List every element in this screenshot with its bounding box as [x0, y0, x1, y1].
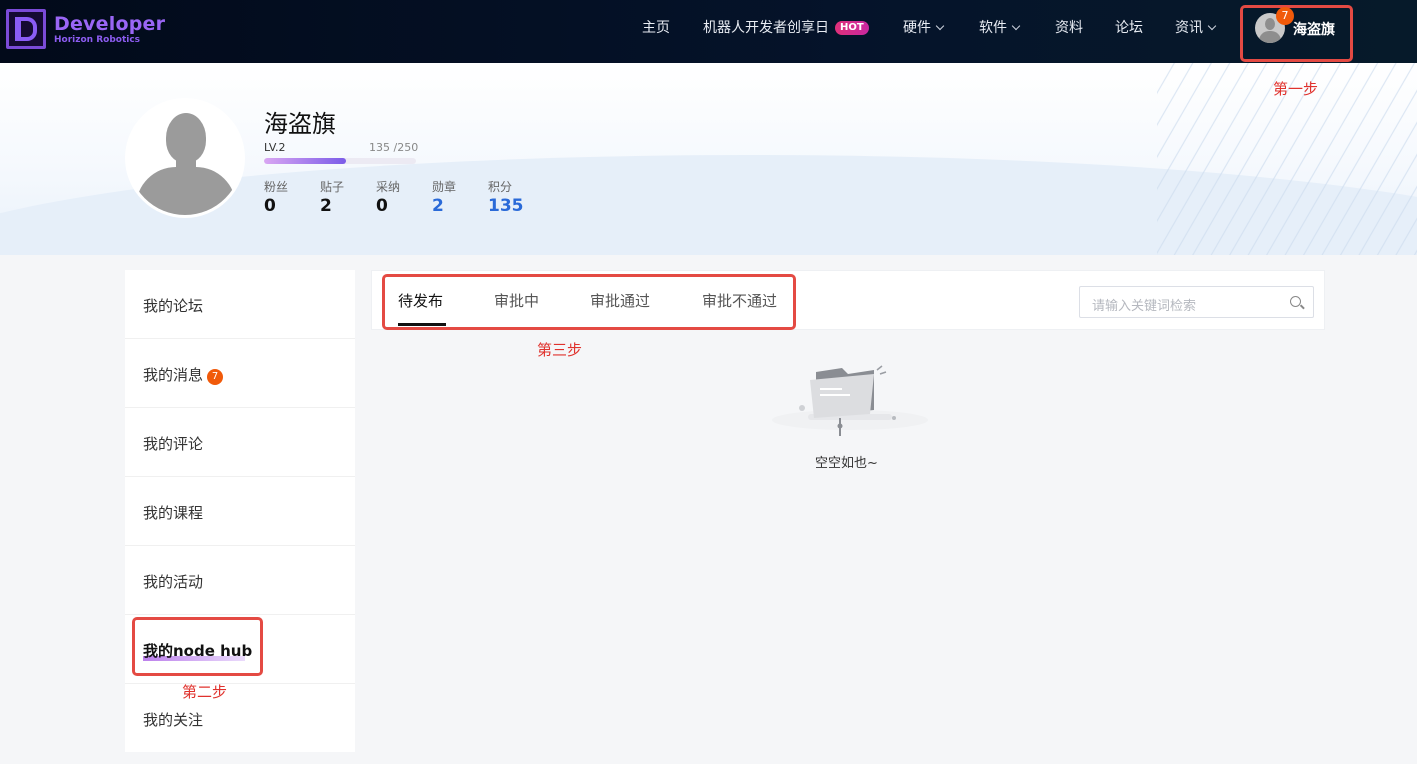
- step3-highlight-box: [382, 274, 796, 330]
- chevron-down-icon: [935, 21, 945, 31]
- nav-software-label: 软件: [979, 20, 1007, 36]
- nav-forum-label: 论坛: [1115, 20, 1143, 36]
- nav-resources[interactable]: 资料: [1055, 19, 1083, 37]
- sidebar-item-following[interactable]: 我的关注: [125, 684, 355, 753]
- stat-points-label: 积分: [488, 180, 513, 194]
- nav-hardware-label: 硬件: [903, 20, 931, 36]
- chevron-down-icon: [1011, 21, 1021, 31]
- logo-subtitle: Horizon Robotics: [54, 34, 141, 45]
- level-label: LV.2: [264, 141, 286, 154]
- nav-news-label: 资讯: [1175, 20, 1203, 36]
- notification-badge: 7: [1276, 7, 1294, 25]
- top-navbar: Developer Horizon Robotics 主页 机器人开发者创享日 H…: [0, 0, 1417, 63]
- search-field[interactable]: 请输入关键词检索: [1079, 286, 1314, 318]
- empty-folder-icon: [772, 365, 928, 436]
- level-progress-bar: [264, 158, 416, 164]
- stat-points-value[interactable]: 135: [488, 196, 524, 216]
- user-menu-name[interactable]: 海盗旗: [1293, 19, 1335, 39]
- logo-title: Developer: [54, 12, 166, 35]
- stat-fans-label: 粉丝: [264, 180, 289, 194]
- hot-badge: HOT: [835, 21, 869, 35]
- empty-state-text: 空空如也~: [815, 456, 878, 471]
- chevron-down-icon: [1207, 21, 1217, 31]
- stat-medals-value[interactable]: 2: [432, 196, 444, 216]
- profile-avatar: [125, 98, 245, 218]
- level-progress-text: 135 /250: [369, 141, 419, 154]
- sidebar-item-label: 我的论坛: [143, 297, 204, 315]
- sidebar-item-courses[interactable]: 我的课程: [125, 477, 355, 546]
- step3-annotation: 第三步: [537, 341, 583, 359]
- nav-forum[interactable]: 论坛: [1115, 19, 1143, 37]
- nav-creator-day-label: 机器人开发者创享日: [703, 20, 829, 36]
- step2-highlight-box: [132, 617, 263, 676]
- sidebar-item-activities[interactable]: 我的活动: [125, 546, 355, 615]
- nav-creator-day[interactable]: 机器人开发者创享日 HOT: [703, 19, 869, 37]
- profile-name: 海盗旗: [264, 110, 336, 138]
- search-placeholder: 请输入关键词检索: [1092, 299, 1197, 314]
- sidebar: 我的论坛 我的消息 7 我的评论 我的课程 我的活动 我的关注: [125, 270, 355, 752]
- nav-home-label: 主页: [642, 20, 670, 36]
- stat-posts-label: 贴子: [320, 180, 345, 194]
- step2-annotation: 第二步: [182, 683, 228, 701]
- nav-software[interactable]: 软件: [979, 19, 1021, 37]
- search-icon[interactable]: [1290, 296, 1301, 307]
- nav-home[interactable]: 主页: [642, 19, 670, 37]
- sidebar-item-forum[interactable]: 我的论坛: [125, 270, 355, 339]
- stat-accepted-value[interactable]: 0: [376, 196, 388, 216]
- stat-accepted-label: 采纳: [376, 180, 401, 194]
- nav-resources-label: 资料: [1055, 20, 1083, 36]
- nav-hardware[interactable]: 硬件: [903, 19, 945, 37]
- logo-icon: [6, 9, 46, 49]
- sidebar-item-label: 我的评论: [143, 435, 204, 453]
- stat-fans-value[interactable]: 0: [264, 196, 276, 216]
- sidebar-item-messages[interactable]: 我的消息 7: [125, 339, 355, 408]
- sidebar-item-comments[interactable]: 我的评论: [125, 408, 355, 477]
- developer-logo[interactable]: Developer Horizon Robotics: [6, 9, 165, 49]
- level-progress-fill: [264, 158, 347, 164]
- messages-badge: 7: [207, 369, 224, 385]
- nav-news[interactable]: 资讯: [1175, 19, 1217, 37]
- stat-posts-value[interactable]: 2: [320, 196, 332, 216]
- sidebar-item-label: 我的关注: [143, 711, 204, 729]
- sidebar-item-label: 我的活动: [143, 573, 204, 591]
- stat-medals-label: 勋章: [432, 180, 457, 194]
- sidebar-item-label: 我的课程: [143, 504, 204, 522]
- step1-annotation: 第一步: [1273, 80, 1319, 98]
- sidebar-item-label: 我的消息: [143, 366, 204, 384]
